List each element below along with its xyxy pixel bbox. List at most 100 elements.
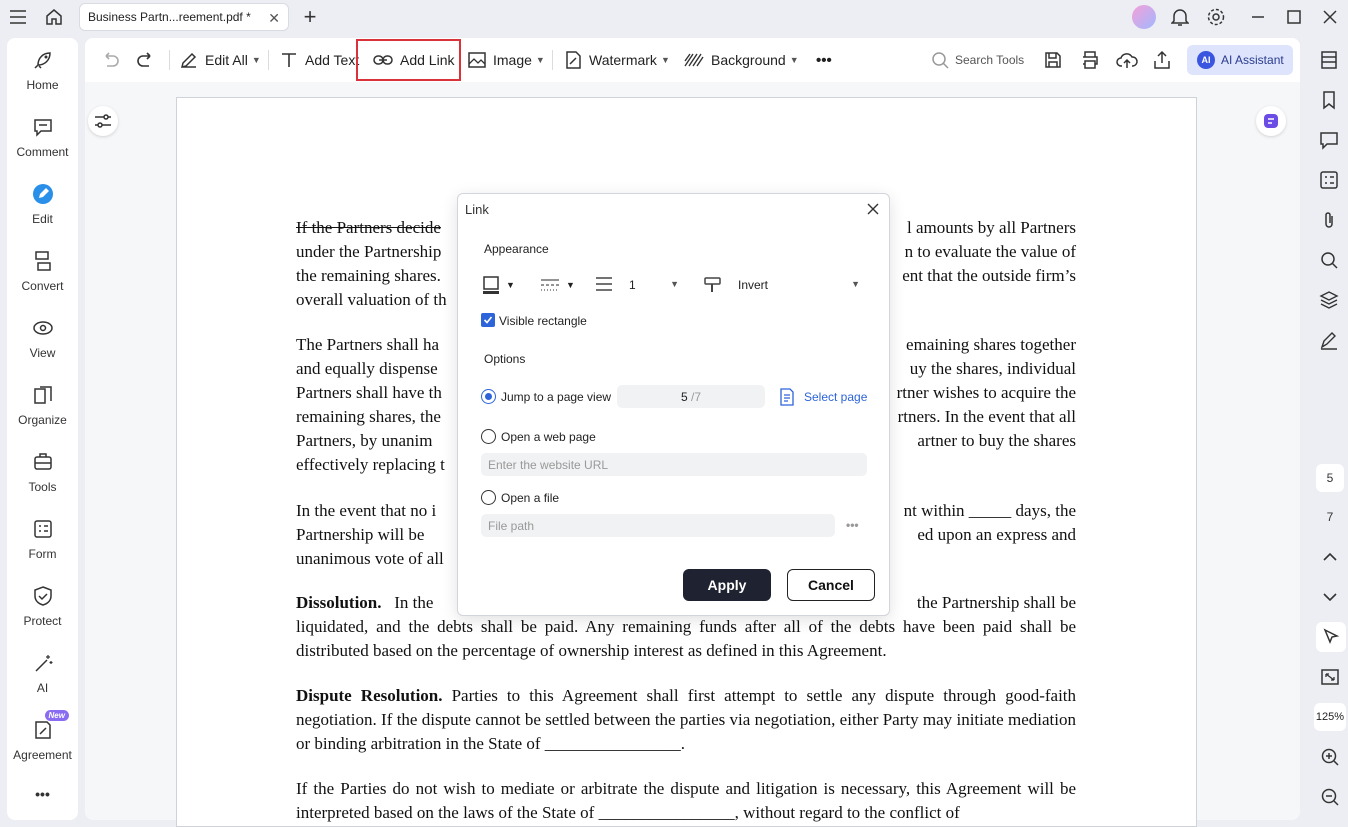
chevron-down-icon: ▼ bbox=[535, 55, 545, 65]
ai-sidekick-icon[interactable] bbox=[1256, 106, 1286, 136]
background-button[interactable]: Background ▼ bbox=[683, 38, 799, 82]
bell-icon[interactable] bbox=[1168, 5, 1192, 29]
document-tab[interactable]: Business Partn...reement.pdf * ✕ bbox=[79, 3, 289, 31]
add-text-label: Add Text bbox=[305, 52, 360, 68]
border-color-picker[interactable]: ▼ bbox=[482, 274, 522, 296]
chevron-down-icon: ▼ bbox=[660, 55, 670, 65]
nav-edit-label: Edit bbox=[32, 212, 53, 226]
highlight-mode-value: Invert bbox=[738, 278, 769, 292]
redo-icon[interactable] bbox=[135, 38, 157, 82]
signature-icon[interactable] bbox=[1317, 328, 1341, 352]
checkmark-icon bbox=[483, 316, 493, 324]
bookmark-icon[interactable] bbox=[1317, 88, 1341, 112]
highlight-mode-select[interactable]: Invert ▼ bbox=[732, 274, 866, 296]
open-web-page-radio[interactable] bbox=[481, 429, 496, 444]
save-icon[interactable] bbox=[1043, 38, 1063, 82]
menu-icon[interactable] bbox=[6, 5, 30, 29]
text-fragment: The Partners shall ha bbox=[296, 335, 440, 354]
nav-home[interactable]: Home bbox=[7, 48, 78, 92]
nav-convert[interactable]: Convert bbox=[7, 249, 78, 293]
edit-all-button[interactable]: Edit All ▼ bbox=[179, 38, 261, 82]
new-tab-button[interactable]: + bbox=[298, 4, 322, 29]
attachment-icon[interactable] bbox=[1317, 208, 1341, 232]
search-tools-input[interactable]: Search Tools bbox=[931, 38, 1024, 82]
nav-tools[interactable]: Tools bbox=[7, 450, 78, 494]
tab-close-icon[interactable]: ✕ bbox=[268, 10, 280, 27]
nav-agreement[interactable]: New Agreement bbox=[7, 710, 78, 762]
thumbnails-icon[interactable] bbox=[1317, 48, 1341, 72]
watermark-button[interactable]: Watermark ▼ bbox=[563, 38, 670, 82]
maximize-icon[interactable] bbox=[1282, 5, 1306, 29]
nav-protect[interactable]: Protect bbox=[7, 584, 78, 628]
toolbar-divider bbox=[169, 50, 170, 70]
nav-view[interactable]: View bbox=[7, 316, 78, 360]
undo-icon[interactable] bbox=[99, 38, 121, 82]
minimize-icon[interactable] bbox=[1246, 5, 1270, 29]
website-url-placeholder: Enter the website URL bbox=[488, 457, 609, 472]
jump-to-page-radio[interactable] bbox=[481, 389, 496, 404]
file-path-input[interactable]: File path bbox=[481, 514, 835, 537]
add-text-button[interactable]: Add Text bbox=[279, 38, 359, 82]
text-fragment: ent that the outside firm’s bbox=[902, 266, 1076, 285]
nav-comment-label: Comment bbox=[16, 145, 69, 159]
form-icon bbox=[31, 517, 55, 541]
cloud-upload-icon[interactable] bbox=[1116, 38, 1138, 82]
print-icon[interactable] bbox=[1080, 38, 1100, 82]
heading-dissolution: Dissolution. bbox=[296, 593, 382, 612]
current-page-indicator[interactable]: 5 bbox=[1316, 464, 1344, 492]
ai-assistant-button[interactable]: AI AI Assistant bbox=[1187, 45, 1293, 75]
share-icon[interactable] bbox=[1152, 38, 1172, 82]
search-icon bbox=[932, 52, 949, 69]
browse-file-button[interactable]: ••• bbox=[846, 518, 859, 532]
next-page-icon[interactable] bbox=[1318, 585, 1342, 609]
text-fragment: emaining shares together bbox=[906, 335, 1076, 354]
search-panel-icon[interactable] bbox=[1317, 248, 1341, 272]
previous-page-icon[interactable] bbox=[1318, 545, 1342, 569]
dialog-close-icon[interactable] bbox=[865, 201, 881, 217]
watermark-label: Watermark bbox=[589, 52, 657, 68]
visible-rectangle-checkbox[interactable] bbox=[481, 313, 495, 327]
comments-panel-icon[interactable] bbox=[1317, 128, 1341, 152]
home-icon[interactable] bbox=[42, 5, 66, 29]
nav-edit[interactable]: Edit bbox=[7, 182, 78, 226]
line-style-picker[interactable]: ▼ bbox=[540, 274, 580, 296]
select-page-link[interactable]: Select page bbox=[804, 390, 867, 404]
nav-ai[interactable]: AI bbox=[7, 651, 78, 695]
more-tools-button[interactable]: ••• bbox=[816, 38, 832, 82]
close-icon[interactable] bbox=[1318, 5, 1342, 29]
nav-organize[interactable]: Organize bbox=[7, 383, 78, 427]
comment-icon bbox=[31, 115, 55, 139]
layers-icon[interactable] bbox=[1317, 288, 1341, 312]
fields-panel-icon[interactable] bbox=[1317, 168, 1341, 192]
rocket-icon bbox=[31, 48, 55, 72]
text-fragment: unanimous vote of all bbox=[296, 549, 444, 568]
filter-settings-icon[interactable] bbox=[88, 106, 118, 136]
line-style-icon bbox=[541, 279, 559, 291]
avatar[interactable] bbox=[1132, 5, 1156, 29]
image-button[interactable]: Image ▼ bbox=[467, 38, 545, 82]
website-url-input[interactable]: Enter the website URL bbox=[481, 453, 867, 476]
page-number-input[interactable]: 5 /7 bbox=[617, 385, 765, 408]
ai-assistant-label: AI Assistant bbox=[1221, 53, 1284, 67]
cancel-button[interactable]: Cancel bbox=[787, 569, 875, 601]
zoom-in-icon[interactable] bbox=[1318, 745, 1342, 769]
nav-more-button[interactable]: ••• bbox=[7, 786, 78, 802]
nav-form[interactable]: Form bbox=[7, 517, 78, 561]
agreement-icon: New bbox=[31, 710, 69, 742]
nav-comment[interactable]: Comment bbox=[7, 115, 78, 159]
zoom-out-icon[interactable] bbox=[1318, 785, 1342, 809]
page-current-value: 5 bbox=[680, 389, 688, 404]
text-fragment: n to evaluate the value of bbox=[904, 242, 1076, 261]
gear-icon[interactable] bbox=[1204, 5, 1228, 29]
ai-logo-icon: AI bbox=[1197, 51, 1215, 69]
open-file-radio[interactable] bbox=[481, 490, 496, 505]
chevron-down-icon: ▼ bbox=[851, 279, 860, 289]
fit-page-icon[interactable] bbox=[1318, 665, 1342, 689]
select-cursor-icon[interactable] bbox=[1316, 622, 1346, 652]
zoom-level[interactable]: 125% bbox=[1314, 703, 1346, 731]
apply-button[interactable]: Apply bbox=[683, 569, 771, 601]
line-width-select[interactable]: 1 ▼ bbox=[623, 274, 685, 296]
text-fragment: uy the shares, individual bbox=[909, 359, 1076, 378]
text-fragment: and equally dispense bbox=[296, 359, 438, 378]
document-tab-title: Business Partn...reement.pdf * bbox=[88, 10, 251, 24]
